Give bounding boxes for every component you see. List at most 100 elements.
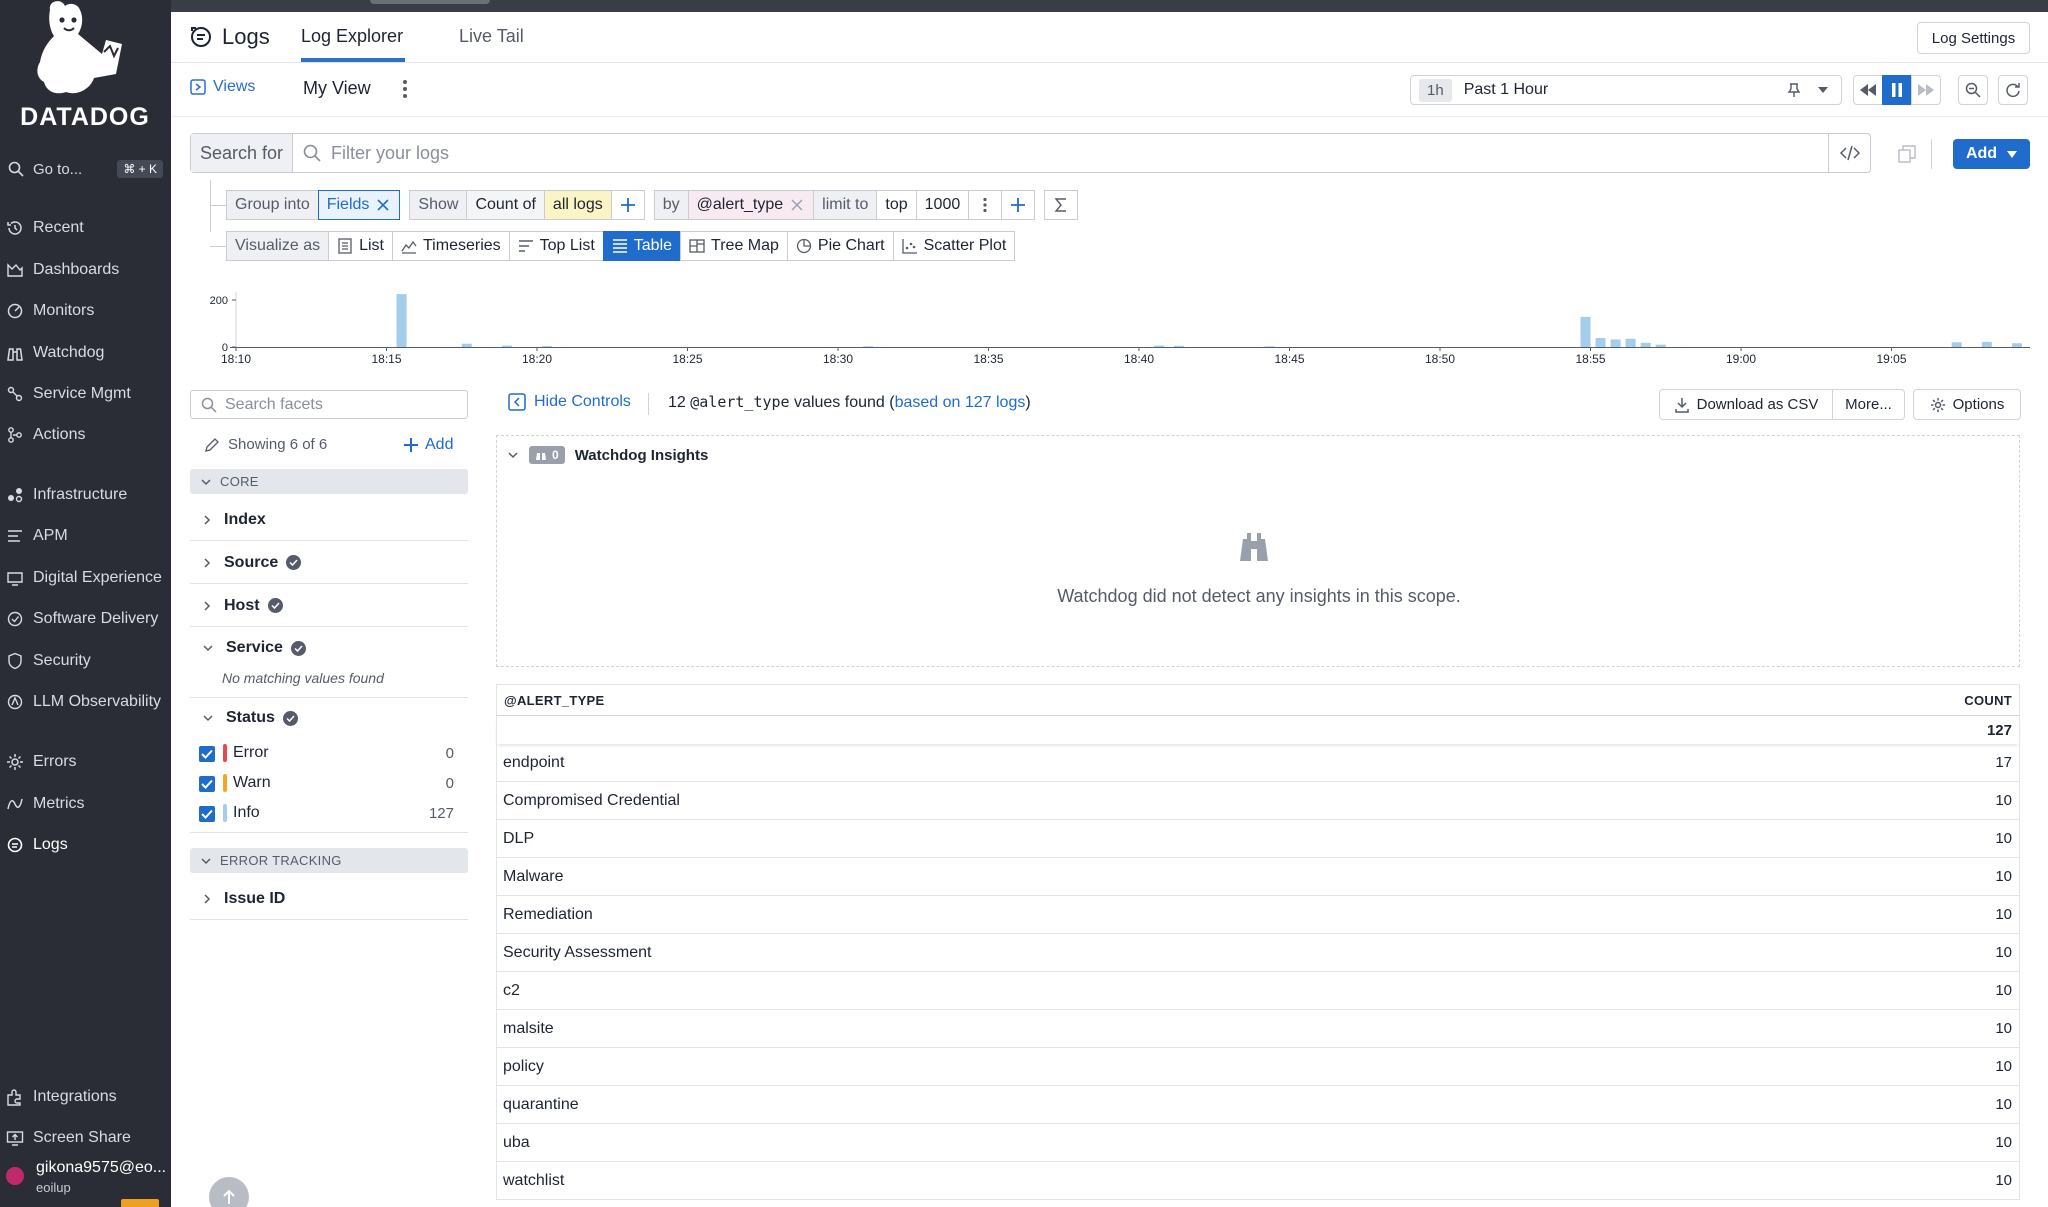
add-button[interactable]: Add bbox=[1953, 139, 2030, 169]
fast-forward-button[interactable] bbox=[1911, 75, 1941, 105]
status-value-info[interactable]: Info bbox=[223, 804, 260, 822]
sidebar-item-security[interactable]: Security bbox=[6, 648, 166, 674]
watchdog-insights-header[interactable]: 0 Watchdog Insights bbox=[507, 446, 708, 464]
status-value-error[interactable]: Error bbox=[223, 744, 269, 762]
table-row[interactable]: quarantine 10 bbox=[496, 1086, 2020, 1124]
pause-button[interactable] bbox=[1882, 75, 1912, 105]
table-row[interactable]: Security Assessment 10 bbox=[496, 934, 2020, 972]
facets-showing[interactable]: Showing 6 of 6 bbox=[204, 436, 327, 453]
sidebar-item-actions[interactable]: Actions bbox=[6, 422, 166, 448]
pin-icon[interactable] bbox=[1787, 82, 1801, 98]
view-name[interactable]: My View bbox=[303, 78, 371, 99]
sidebar-item-llm-observability[interactable]: LLM Observability bbox=[6, 689, 166, 715]
go-to-search[interactable]: Go to... ⌘ + K bbox=[8, 158, 163, 180]
add-facet-button[interactable]: Add bbox=[403, 436, 453, 454]
options-button[interactable]: Options bbox=[1913, 389, 2021, 420]
status-checkbox-info[interactable] bbox=[199, 806, 215, 822]
group-by-field[interactable]: @alert_type bbox=[687, 190, 815, 220]
time-range-selector[interactable]: 1h Past 1 Hour bbox=[1410, 75, 1842, 105]
scroll-to-top-button[interactable] bbox=[209, 1177, 249, 1207]
table-row[interactable]: DLP 10 bbox=[496, 820, 2020, 858]
close-icon[interactable] bbox=[375, 197, 391, 213]
chevron-down-icon bbox=[203, 645, 213, 652]
group-options-button[interactable] bbox=[968, 190, 1003, 220]
sidebar-item-recent[interactable]: Recent bbox=[6, 215, 166, 241]
tab-log-explorer[interactable]: Log Explorer bbox=[301, 26, 403, 47]
facet-service-label: Service bbox=[226, 639, 283, 656]
views-button[interactable]: Views bbox=[190, 78, 255, 96]
viz-table[interactable]: Table bbox=[602, 231, 682, 261]
view-menu-icon[interactable] bbox=[402, 78, 408, 100]
sidebar-item-software-delivery[interactable]: Software Delivery bbox=[6, 606, 166, 632]
close-icon[interactable] bbox=[789, 197, 805, 213]
sidebar-item-logs[interactable]: Logs bbox=[6, 832, 166, 858]
tab-live-tail[interactable]: Live Tail bbox=[459, 26, 524, 47]
table-row[interactable]: Compromised Credential 10 bbox=[496, 782, 2020, 820]
sidebar-item-dashboards[interactable]: Dashboards bbox=[6, 257, 166, 283]
code-view-button[interactable] bbox=[1828, 134, 1870, 172]
facet-host[interactable]: Host bbox=[190, 585, 468, 627]
search-input[interactable]: Filter your logs bbox=[293, 134, 1828, 172]
based-on-logs-link[interactable]: based on 127 logs bbox=[895, 394, 1026, 411]
facet-issue-id[interactable]: Issue ID bbox=[190, 878, 468, 920]
download-csv-button[interactable]: Download as CSV bbox=[1659, 389, 1833, 420]
status-value-warn[interactable]: Warn bbox=[223, 774, 271, 792]
table-row[interactable]: watchlist 10 bbox=[496, 1162, 2020, 1200]
hide-controls-button[interactable]: Hide Controls bbox=[508, 393, 631, 411]
table-row[interactable]: Malware 10 bbox=[496, 858, 2020, 896]
viz-scatter-plot[interactable]: Scatter Plot bbox=[892, 231, 1016, 261]
table-row[interactable]: policy 10 bbox=[496, 1048, 2020, 1086]
add-group-button[interactable] bbox=[1001, 190, 1036, 220]
code-icon bbox=[1839, 145, 1860, 161]
status-checkbox-warn[interactable] bbox=[199, 776, 215, 792]
table-row[interactable]: uba 10 bbox=[496, 1124, 2020, 1162]
facet-service[interactable]: Service bbox=[190, 627, 468, 669]
group-into-fields[interactable]: Fields bbox=[317, 190, 401, 220]
top-select[interactable]: top bbox=[876, 190, 917, 220]
aggregation-select[interactable]: Count of bbox=[466, 190, 545, 220]
viz-pie-chart[interactable]: Pie Chart bbox=[786, 231, 894, 261]
count-column-header[interactable]: COUNT bbox=[1964, 693, 2012, 708]
browser-tab-handle[interactable] bbox=[370, 0, 490, 4]
facet-status[interactable]: Status bbox=[190, 697, 468, 739]
error-tracking-section-header[interactable]: ERROR TRACKING bbox=[190, 848, 468, 873]
zoom-out-button[interactable] bbox=[1958, 75, 1988, 105]
facet-index[interactable]: Index bbox=[190, 499, 468, 541]
alert-type-column-header[interactable]: @ALERT_TYPE bbox=[504, 693, 605, 708]
table-row[interactable]: Remediation 10 bbox=[496, 896, 2020, 934]
limit-input[interactable]: 1000 bbox=[915, 190, 970, 220]
facet-source[interactable]: Source bbox=[190, 542, 468, 584]
actions-icon bbox=[8, 427, 22, 443]
sidebar-item-watchdog[interactable]: Watchdog bbox=[6, 340, 166, 366]
datadog-logo[interactable]: DATADOG bbox=[10, 0, 160, 131]
copy-icon[interactable] bbox=[1898, 145, 1916, 163]
sidebar-item-integrations[interactable]: Integrations bbox=[6, 1084, 166, 1110]
sidebar-item-infrastructure[interactable]: Infrastructure bbox=[6, 482, 166, 508]
table-row[interactable]: endpoint 17 bbox=[496, 744, 2020, 782]
sidebar-item-metrics[interactable]: Metrics bbox=[6, 791, 166, 817]
refresh-button[interactable] bbox=[1998, 75, 2028, 105]
log-volume-histogram[interactable]: 020018:10 18:15 18:20 18:25 18:30 18:35 18:40 1… bbox=[190, 285, 2030, 370]
sidebar-item-screen-share[interactable]: Screen Share bbox=[6, 1125, 166, 1151]
more-button[interactable]: More... bbox=[1832, 389, 1905, 420]
user-profile[interactable]: gikona9575@eo... eoilup bbox=[4, 1157, 168, 1207]
rewind-button[interactable] bbox=[1853, 75, 1883, 105]
sidebar-item-apm[interactable]: APM bbox=[6, 523, 166, 549]
sidebar-item-digital-experience[interactable]: Digital Experience bbox=[6, 565, 166, 591]
facet-search-input[interactable]: Search facets bbox=[190, 390, 468, 419]
sidebar-item-errors[interactable]: Errors bbox=[6, 749, 166, 775]
core-section-header[interactable]: CORE bbox=[190, 469, 468, 494]
sidebar-item-service-mgmt[interactable]: Service Mgmt bbox=[6, 381, 166, 407]
log-settings-button[interactable]: Log Settings bbox=[1917, 22, 2030, 54]
sidebar-item-monitors[interactable]: Monitors bbox=[6, 298, 166, 324]
formula-button[interactable] bbox=[1044, 190, 1079, 220]
viz-timeseries[interactable]: Timeseries bbox=[392, 231, 510, 261]
viz-top-list[interactable]: Top List bbox=[508, 231, 604, 261]
table-row[interactable]: malsite 10 bbox=[496, 1010, 2020, 1048]
table-row[interactable]: c2 10 bbox=[496, 972, 2020, 1010]
add-aggregation-button[interactable] bbox=[610, 190, 645, 220]
viz-list[interactable]: List bbox=[328, 231, 393, 261]
status-checkbox-error[interactable] bbox=[199, 746, 215, 762]
viz-tree-map[interactable]: Tree Map bbox=[680, 231, 788, 261]
measure-select[interactable]: all logs bbox=[543, 190, 612, 220]
